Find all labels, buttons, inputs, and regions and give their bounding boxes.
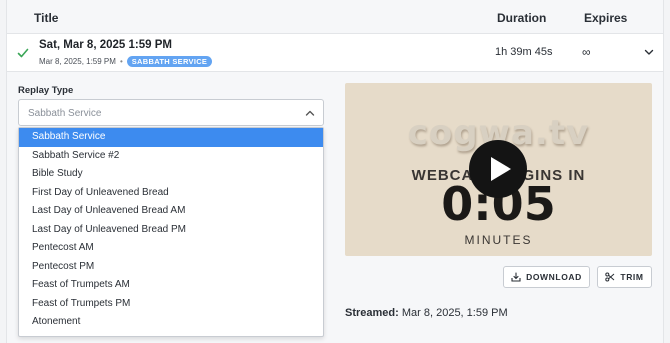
option-last-day-unleavened-bread-pm[interactable]: Last Day of Unleavened Bread PM [19,221,323,240]
trim-label: TRIM [620,272,644,282]
download-button[interactable]: DOWNLOAD [503,266,590,288]
download-icon [511,272,521,282]
replays-panel: Title Duration Expires Sat, Mar 8, 2025 … [6,0,664,343]
option-feast-of-trumpets-am[interactable]: Feast of Trumpets AM [19,276,323,295]
chevron-up-icon [305,110,315,116]
chevron-down-icon[interactable] [643,46,655,58]
row-duration: 1h 39m 45s [495,46,553,58]
column-header-title[interactable]: Title [34,11,58,25]
play-icon [491,157,511,181]
separator-dot: • [119,57,123,66]
option-pentecost-pm[interactable]: Pentecost PM [19,258,323,277]
streamed-value: Mar 8, 2025, 1:59 PM [401,307,508,319]
table-header: Title Duration Expires [7,0,663,34]
scissors-icon [605,272,615,282]
option-sabbath-service-2[interactable]: Sabbath Service #2 [19,147,323,166]
streamed-label: Streamed: [345,307,399,319]
option-sabbath-service[interactable]: Sabbath Service [19,128,323,147]
streamed-info: Streamed: Mar 8, 2025, 1:59 PM [345,307,508,319]
row-subtitle: Mar 8, 2025, 1:59 PM • SABBATH SERVICE [39,56,213,67]
replay-type-badge: SABBATH SERVICE [126,56,213,67]
row-title: Sat, Mar 8, 2025 1:59 PM [39,39,172,51]
option-feast-of-trumpets-pm[interactable]: Feast of Trumpets PM [19,295,323,314]
video-countdown-unit: MINUTES [464,233,533,247]
table-row[interactable]: Sat, Mar 8, 2025 1:59 PM Mar 8, 2025, 1:… [7,34,663,72]
trim-button[interactable]: TRIM [597,266,652,288]
check-icon [17,48,29,58]
option-pentecost-am[interactable]: Pentecost AM [19,239,323,258]
column-header-duration[interactable]: Duration [497,11,546,25]
option-bible-study[interactable]: Bible Study [19,165,323,184]
replay-type-label: Replay Type [18,85,74,96]
replay-type-value: Sabbath Service [28,108,102,119]
option-first-day-unleavened-bread[interactable]: First Day of Unleavened Bread [19,184,323,203]
play-button[interactable] [469,140,527,198]
replay-type-select[interactable]: Sabbath Service [18,99,324,126]
replay-type-options: Sabbath Service Sabbath Service #2 Bible… [18,127,324,337]
column-header-expires[interactable]: Expires [584,11,627,25]
row-detail: Replay Type Sabbath Service Sabbath Serv… [7,73,663,343]
row-date: Mar 8, 2025, 1:59 PM [39,57,116,66]
option-last-day-unleavened-bread-am[interactable]: Last Day of Unleavened Bread AM [19,202,323,221]
download-label: DOWNLOAD [526,272,582,282]
row-expires: ∞ [582,45,591,59]
option-atonement[interactable]: Atonement [19,313,323,332]
video-player[interactable]: cogwa.tv WEBCAST BEGINS IN 0:05 MINUTES [345,83,652,256]
